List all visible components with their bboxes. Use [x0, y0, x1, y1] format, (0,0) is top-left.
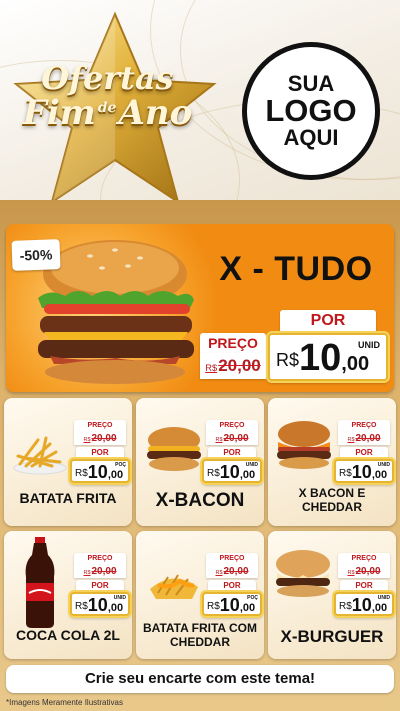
price-tag: PREÇO R$20,00 POR R$10,00 UNID	[70, 553, 130, 619]
preco-label: PREÇO	[206, 420, 258, 432]
discount-badge: -50%	[11, 239, 61, 271]
preco-label: PREÇO	[74, 420, 126, 432]
old-price: R$20,00	[338, 432, 390, 445]
burger-image	[144, 426, 204, 477]
logo-line-3: AQUI	[283, 124, 339, 150]
product-card: PREÇO R$20,00 POR R$10,00 UNID X-BURGUER	[268, 531, 396, 659]
new-price: R$10,00 UNID	[334, 592, 394, 616]
por-label: POR	[208, 580, 256, 592]
product-card: PREÇO R$20,00 POR R$10,00 POÇ BATATA FRITA	[4, 398, 132, 526]
cola-bottle-image	[20, 537, 60, 634]
old-price: R$20,00	[74, 432, 126, 445]
price-tag: PREÇO R$20,00 POR R$10,00 POÇ	[70, 420, 130, 486]
por-label: POR	[208, 447, 256, 459]
logo-line-1: SUA	[287, 70, 335, 96]
hero-product-name: X - TUDO	[219, 250, 373, 288]
preco-label: PREÇO	[200, 333, 266, 353]
por-label: POR	[76, 447, 124, 459]
product-name: X-BURGUER	[280, 627, 384, 646]
old-price: R$20,00	[200, 353, 266, 379]
price-tag: PREÇO R$20,00 POR R$10,00 POÇ	[202, 553, 262, 619]
product-name: COCA COLA 2L	[16, 627, 120, 643]
product-name: BATATA FRITA COM CHEDDAR	[143, 621, 257, 649]
header: Ofertas Fim deAno SUA LOGO AQUI	[0, 0, 400, 210]
por-label: POR	[340, 447, 388, 459]
new-price: R$10,00 UNID	[334, 459, 394, 483]
new-price: R$10,00 UNID	[70, 592, 130, 616]
new-price: R$10,00 UNID	[268, 333, 388, 381]
price-tag: PREÇO R$20,00 POR R$10,00 UNID	[334, 553, 394, 619]
price-tag: PREÇO R$20,00 POR R$10,00 UNID	[334, 420, 394, 486]
logo-placeholder: SUA LOGO AQUI	[242, 42, 380, 180]
product-card: PREÇO R$20,00 POR R$10,00 UNID COCA COLA 2L	[4, 531, 132, 659]
new-price: R$10,00 POÇ	[70, 459, 130, 483]
product-card: PREÇO R$20,00 POR R$10,00 UNID X-BACON	[136, 398, 264, 526]
old-price: R$20,00	[206, 432, 258, 445]
new-price: R$10,00 UNID	[202, 459, 262, 483]
cta-banner[interactable]: Crie seu encarte com este tema!	[6, 665, 394, 693]
fries-image	[144, 559, 204, 608]
old-price: R$20,00	[206, 565, 258, 578]
preco-label: PREÇO	[206, 553, 258, 565]
preco-label: PREÇO	[338, 553, 390, 565]
fries-image	[10, 426, 70, 481]
product-name: BATATA FRITA	[19, 490, 117, 506]
product-card: PREÇO R$20,00 POR R$10,00 UNID X BACON E CHED…	[268, 398, 396, 526]
preco-label: PREÇO	[338, 420, 390, 432]
old-price: R$20,00	[74, 565, 126, 578]
disclaimer-text: *Imagens Meramente Ilustrativas	[6, 698, 123, 707]
product-name: X-BACON	[155, 490, 245, 511]
old-price: R$20,00	[338, 565, 390, 578]
promo-title: Ofertas Fim deAno	[0, 62, 215, 130]
product-card: PREÇO R$20,00 POR R$10,00 POÇ BATATA FRITA CO…	[136, 531, 264, 659]
burger-image	[272, 549, 334, 604]
por-label: POR	[340, 580, 388, 592]
burger-image	[274, 420, 334, 475]
product-name: X BACON E CHEDDAR	[298, 486, 366, 514]
promo-line-1: Ofertas	[41, 59, 174, 97]
price-tag: PREÇO R$20,00 POR R$10,00 UNID	[202, 420, 262, 486]
por-label: POR	[76, 580, 124, 592]
new-price: R$10,00 POÇ	[202, 592, 262, 616]
preco-label: PREÇO	[74, 553, 126, 565]
logo-line-2: LOGO	[265, 93, 357, 129]
por-label: POR	[280, 310, 376, 332]
promo-line-2: Fim deAno	[22, 93, 193, 133]
hero-price-tag: PREÇO R$20,00 POR ♥ R$10,00 UNID	[200, 306, 390, 388]
